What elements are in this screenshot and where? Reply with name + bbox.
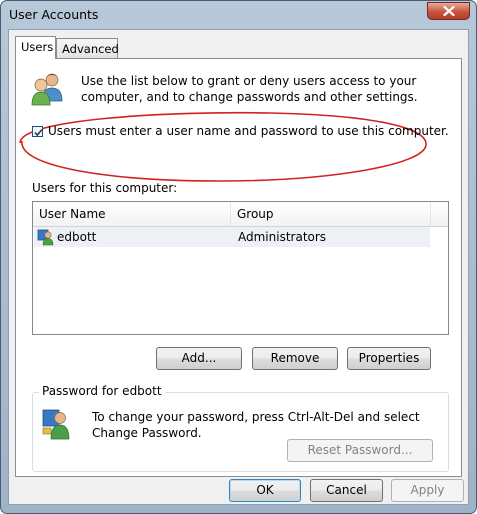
users-tab-panel: Use the list below to grant or deny user… xyxy=(15,58,462,477)
users-list-header: User Name Group xyxy=(33,202,448,227)
user-icon xyxy=(37,229,54,246)
user-accounts-window: User Accounts Users Advanced Use the lis… xyxy=(0,0,477,514)
require-password-label: Users must enter a user name and passwor… xyxy=(48,124,449,138)
remove-button[interactable]: Remove xyxy=(252,347,338,370)
properties-button[interactable]: Properties xyxy=(347,347,431,370)
reset-password-button[interactable]: Reset Password... xyxy=(287,439,433,462)
cell-group: Administrators xyxy=(238,230,327,244)
require-password-checkbox[interactable] xyxy=(32,125,43,137)
column-separator[interactable] xyxy=(430,202,431,226)
window-title: User Accounts xyxy=(9,7,99,22)
tab-users-label: Users xyxy=(21,40,54,54)
users-list-label: Users for this computer: xyxy=(32,181,178,195)
password-instructions: To change your password, press Ctrl-Alt-… xyxy=(92,410,420,440)
title-bar[interactable]: User Accounts xyxy=(1,1,476,29)
password-group-title: Password for edbott xyxy=(39,384,165,398)
dialog-client-area: Users Advanced Use the list below to gra… xyxy=(8,29,469,505)
table-row[interactable]: edbott Administrators xyxy=(34,227,430,247)
tab-advanced[interactable]: Advanced xyxy=(56,38,119,58)
users-list[interactable]: User Name Group edbott Administrators xyxy=(32,201,449,335)
column-group[interactable]: Group xyxy=(237,207,274,221)
users-icon xyxy=(31,73,63,106)
apply-button[interactable]: Apply xyxy=(391,479,464,502)
tab-advanced-label: Advanced xyxy=(62,42,119,56)
column-separator[interactable] xyxy=(230,202,231,226)
cell-user-name: edbott xyxy=(57,230,97,244)
ok-button[interactable]: OK xyxy=(229,479,301,502)
tab-users[interactable]: Users xyxy=(15,36,56,59)
password-groupbox: Password for edbott To change your passw… xyxy=(32,384,449,472)
require-password-row[interactable]: Users must enter a user name and passwor… xyxy=(32,124,449,138)
user-key-icon xyxy=(42,409,70,440)
close-button[interactable] xyxy=(427,2,470,20)
cancel-button[interactable]: Cancel xyxy=(310,479,383,502)
annotation-ellipse xyxy=(19,111,427,182)
add-button[interactable]: Add... xyxy=(156,347,242,370)
checkmark-icon xyxy=(34,128,43,136)
column-user-name[interactable]: User Name xyxy=(39,207,106,221)
close-icon xyxy=(442,6,455,16)
info-text: Use the list below to grant or deny user… xyxy=(81,74,418,104)
